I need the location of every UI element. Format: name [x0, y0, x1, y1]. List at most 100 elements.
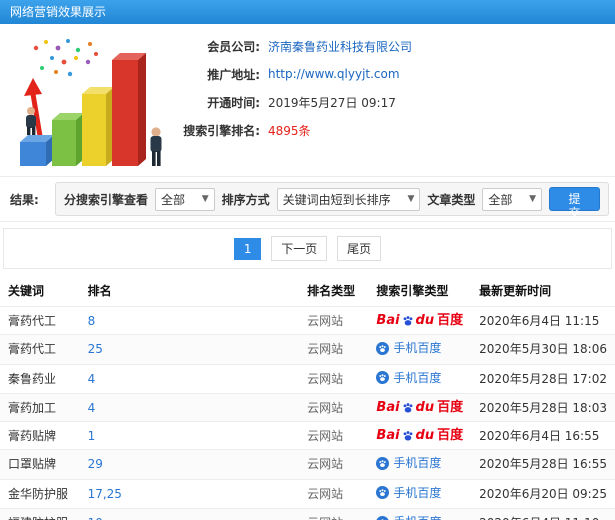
- baidu-mobile-badge: 手机百度: [376, 341, 441, 355]
- table-row: 福建防护服 10 云网站 手机百度 2020年6月4日 11:10: [0, 508, 615, 520]
- filter-controls: 分搜索引擎查看 全部 ▼ 排序方式 关键词由短到长排序 ▼ 文章类型 全部 ▼ …: [54, 182, 609, 220]
- col-updated: 最新更新时间: [479, 284, 552, 298]
- table-header-row: 关键词 排名 排名类型 搜索引擎类型 最新更新时间: [0, 275, 615, 307]
- mobile-baidu-label: 手机百度: [393, 456, 442, 470]
- submit-button[interactable]: 提交: [549, 187, 600, 220]
- open-time-label: 开通时间:: [207, 95, 260, 110]
- keyword-cell: 膏药代工: [0, 306, 80, 335]
- baidu-pc-logo: Bai du 百度: [376, 428, 464, 443]
- updated-cell: 2020年6月4日 11:10: [471, 508, 615, 520]
- keyword-cell: 口罩贴牌: [0, 449, 80, 479]
- baidu-paw-icon: [402, 430, 414, 442]
- rank-link[interactable]: 17,25: [88, 487, 122, 501]
- updated-cell: 2020年6月4日 16:55: [471, 421, 615, 450]
- rank-type-cell: 云网站: [299, 306, 369, 335]
- baidu-mobile-badge: 手机百度: [376, 456, 441, 470]
- promo-url-label: 推广地址:: [207, 67, 260, 82]
- title-bar: 网络营销效果展示: [0, 0, 615, 24]
- open-time-value: 2019年5月27日 09:17: [268, 95, 396, 110]
- table-row: 膏药代工 25 云网站 手机百度 2020年5月30日 18:06: [0, 334, 615, 364]
- info-row-company: 会员公司: 济南秦鲁药业科技有限公司: [148, 32, 412, 60]
- engine-filter-select[interactable]: 全部 ▼: [154, 187, 215, 211]
- mobile-baidu-label: 手机百度: [393, 341, 442, 355]
- info-row-url: 推广地址: http://www.qlyyjt.com: [148, 60, 412, 88]
- mobile-baidu-icon: [376, 515, 390, 520]
- table-row: 膏药贴牌 1 云网站 Bai du 百度 2020年6月4日 16:55: [0, 421, 615, 450]
- chevron-down-icon: ▼: [529, 194, 537, 204]
- baidu-paw-icon: [402, 315, 414, 327]
- pagination: 1 下一页 尾页: [3, 228, 612, 269]
- baidu-mobile-badge: 手机百度: [376, 371, 441, 385]
- updated-cell: 2020年6月20日 09:25: [471, 478, 615, 509]
- mobile-baidu-label: 手机百度: [393, 370, 442, 385]
- sort-filter-label: 排序方式: [221, 192, 270, 207]
- table-row: 膏药代工 8 云网站 Bai du 百度 2020年6月4日 11:15: [0, 306, 615, 335]
- engine-cell: Bai du 百度: [368, 393, 472, 422]
- col-rank-type: 排名类型: [307, 284, 356, 298]
- keyword-rank-table: 关键词 排名 排名类型 搜索引擎类型 最新更新时间 膏药代工 8 云网站 Bai…: [0, 275, 615, 520]
- engine-filter-value: 全部: [160, 192, 185, 207]
- mobile-baidu-icon: [376, 486, 390, 499]
- mobile-baidu-icon: [376, 456, 390, 470]
- page-number-current[interactable]: 1: [233, 238, 262, 260]
- company-label: 会员公司:: [207, 39, 260, 54]
- rank-count-value: 4895条: [268, 123, 311, 138]
- rank-type-cell: 云网站: [299, 508, 369, 520]
- rank-link[interactable]: 1: [88, 429, 96, 443]
- article-type-label: 文章类型: [427, 192, 476, 207]
- chevron-down-icon: ▼: [407, 194, 415, 204]
- updated-cell: 2020年6月4日 11:15: [471, 306, 615, 335]
- article-type-select[interactable]: 全部 ▼: [482, 187, 543, 211]
- promo-url-link[interactable]: http://www.qlyyjt.com: [268, 67, 400, 81]
- rank-type-cell: 云网站: [299, 363, 369, 394]
- rank-link[interactable]: 29: [88, 457, 103, 471]
- keyword-cell: 福建防护服: [0, 508, 80, 520]
- engine-cell: 手机百度: [368, 334, 472, 364]
- table-row: 口罩贴牌 29 云网站 手机百度 2020年5月28日 16:55: [0, 449, 615, 479]
- rank-type-cell: 云网站: [299, 393, 369, 422]
- summary-section: 会员公司: 济南秦鲁药业科技有限公司 推广地址: http://www.qlyy…: [0, 24, 615, 176]
- engine-cell: Bai du 百度: [368, 421, 472, 450]
- table-row: 膏药加工 4 云网站 Bai du 百度 2020年5月28日 18:03: [0, 393, 615, 422]
- rank-link[interactable]: 25: [88, 342, 103, 356]
- rank-link[interactable]: 8: [88, 314, 96, 328]
- next-page-button[interactable]: 下一页: [271, 236, 328, 261]
- baidu-pc-logo: Bai du 百度: [376, 400, 464, 415]
- rank-link[interactable]: 10: [88, 516, 103, 520]
- table-row: 秦鲁药业 4 云网站 手机百度 2020年5月28日 17:02: [0, 363, 615, 394]
- col-keyword: 关键词: [8, 284, 45, 298]
- mobile-baidu-icon: [376, 341, 390, 355]
- engine-cell: 手机百度: [368, 363, 472, 394]
- baidu-pc-logo: Bai du 百度: [376, 313, 464, 328]
- engine-cell: 手机百度: [368, 478, 472, 509]
- page-title: 网络营销效果展示: [10, 5, 107, 19]
- engine-cell: 手机百度: [368, 449, 472, 479]
- rank-type-cell: 云网站: [299, 478, 369, 509]
- updated-cell: 2020年5月28日 16:55: [471, 449, 615, 479]
- last-page-button[interactable]: 尾页: [337, 236, 382, 261]
- baidu-mobile-badge: 手机百度: [376, 515, 441, 520]
- rank-link[interactable]: 4: [88, 372, 96, 386]
- sort-filter-value: 关键词由短到长排序: [282, 192, 391, 207]
- results-label: 结果:: [10, 192, 39, 207]
- page: 网络营销效果展示 会员公司: 济南秦鲁药业科技有限公司 推广地址: http:/…: [0, 0, 615, 520]
- mobile-baidu-label: 手机百度: [393, 515, 441, 520]
- keyword-cell: 金华防护服: [0, 478, 80, 509]
- keyword-cell: 膏药代工: [0, 334, 80, 364]
- sort-filter-select[interactable]: 关键词由短到长排序 ▼: [276, 187, 421, 211]
- col-engine-type: 搜索引擎类型: [376, 284, 449, 298]
- baidu-mobile-badge: 手机百度: [376, 486, 441, 500]
- engine-filter-label: 分搜索引擎查看: [63, 192, 148, 207]
- rank-link[interactable]: 4: [88, 401, 96, 415]
- col-rank: 排名: [87, 284, 112, 298]
- keyword-cell: 膏药贴牌: [0, 421, 80, 450]
- updated-cell: 2020年5月28日 17:02: [471, 363, 615, 394]
- article-type-value: 全部: [488, 192, 513, 207]
- engine-cell: 手机百度: [368, 508, 472, 520]
- mobile-baidu-icon: [376, 371, 390, 384]
- company-link[interactable]: 济南秦鲁药业科技有限公司: [268, 38, 412, 55]
- mobile-baidu-label: 手机百度: [393, 485, 442, 500]
- table-row: 金华防护服 17,25 云网站 手机百度 2020年6月20日 09:25: [0, 478, 615, 509]
- keyword-cell: 秦鲁药业: [0, 363, 80, 394]
- engine-cell: Bai du 百度: [368, 306, 472, 335]
